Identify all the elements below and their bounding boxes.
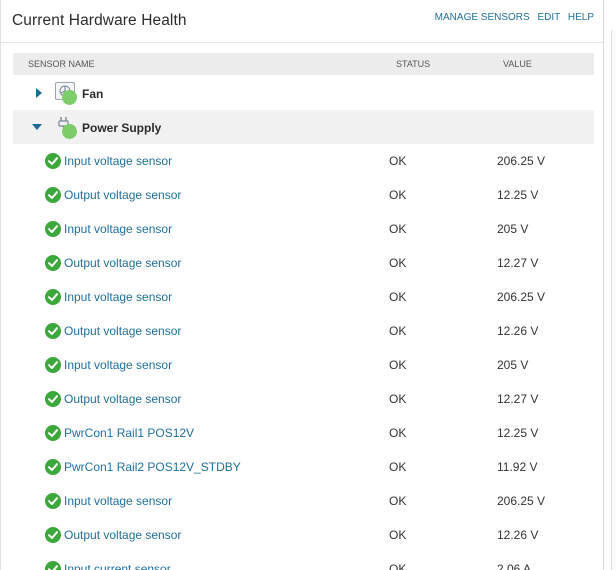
- status-ok-check-icon: [45, 323, 61, 339]
- sensor-row: Output voltage sensor OK 12.26 V: [13, 518, 594, 552]
- sensor-name-link[interactable]: Output voltage sensor: [64, 528, 181, 542]
- panel-title: Current Hardware Health: [12, 12, 187, 29]
- sensor-value: 206.25 V: [497, 290, 546, 304]
- sensor-name-link[interactable]: Input voltage sensor: [64, 494, 172, 508]
- sensor-row: Input current sensor OK 2.06 A: [13, 552, 594, 570]
- sensor-row: Input voltage sensor OK 205 V: [13, 348, 594, 382]
- sensor-value: 12.26 V: [497, 528, 539, 542]
- status-ok-check-icon: [45, 221, 61, 237]
- sensor-status: OK: [389, 324, 407, 338]
- sensor-name-link[interactable]: Output voltage sensor: [64, 256, 181, 270]
- sensor-name-link[interactable]: PwrCon1 Rail2 POS12V_STDBY: [64, 460, 241, 474]
- sensor-row: PwrCon1 Rail2 POS12V_STDBY OK 11.92 V: [13, 450, 594, 484]
- group-label-fan: Fan: [82, 87, 104, 101]
- sensor-status: OK: [389, 528, 407, 542]
- sensor-row: Output voltage sensor OK 12.26 V: [13, 314, 594, 348]
- sensor-status: OK: [389, 460, 407, 474]
- status-ok-check-icon: [45, 493, 61, 509]
- sensor-status: OK: [389, 290, 407, 304]
- status-ok-check-icon: [45, 391, 61, 407]
- sensor-value: 12.27 V: [497, 392, 539, 406]
- sensor-name-link[interactable]: Input voltage sensor: [64, 358, 172, 372]
- sensor-status: OK: [389, 392, 407, 406]
- panel-header: Current Hardware Health MANAGE SENSORS E…: [1, 0, 603, 43]
- edit-link[interactable]: EDIT: [537, 12, 560, 23]
- sensor-status: OK: [389, 426, 407, 440]
- manage-sensors-link[interactable]: MANAGE SENSORS: [435, 12, 530, 23]
- sensor-name-link[interactable]: Input voltage sensor: [64, 222, 172, 236]
- sensor-name-link[interactable]: Output voltage sensor: [64, 324, 181, 338]
- sensor-value: 12.26 V: [497, 324, 539, 338]
- table-column-header: SENSOR NAME STATUS VALUE: [13, 53, 594, 75]
- sensor-row: Input voltage sensor OK 206.25 V: [13, 484, 594, 518]
- sensor-status: OK: [389, 256, 407, 270]
- sensor-value: 205 V: [497, 222, 529, 236]
- sensor-name-link[interactable]: Input voltage sensor: [64, 290, 172, 304]
- column-sensor-name: SENSOR NAME: [28, 59, 95, 69]
- sensor-status: OK: [389, 154, 407, 168]
- status-ok-check-icon: [45, 561, 61, 570]
- sensor-value: 11.92 V: [497, 460, 538, 474]
- group-label-power-supply: Power Supply: [82, 121, 162, 135]
- sensor-row: Output voltage sensor OK 12.25 V: [13, 178, 594, 212]
- status-ok-check-icon: [45, 255, 61, 271]
- sensor-row: PwrCon1 Rail1 POS12V OK 12.25 V: [13, 416, 594, 450]
- sensor-row: Output voltage sensor OK 12.27 V: [13, 246, 594, 280]
- sensor-name-link[interactable]: Input voltage sensor: [64, 154, 172, 168]
- sensor-value: 12.25 V: [497, 426, 539, 440]
- status-ok-check-icon: [45, 153, 61, 169]
- column-value: VALUE: [503, 59, 532, 69]
- sensor-status: OK: [389, 358, 407, 372]
- sensor-name-link[interactable]: Output voltage sensor: [64, 188, 181, 202]
- sensor-value: 206.25 V: [497, 154, 546, 168]
- sensor-status: OK: [389, 562, 407, 570]
- group-row-fan[interactable]: Fan: [13, 76, 594, 110]
- sensor-value: 2.06 A: [497, 562, 532, 570]
- group-row-power-supply[interactable]: Power Supply: [13, 110, 594, 144]
- header-links: MANAGE SENSORS EDIT HELP: [430, 12, 594, 23]
- sensor-row: Input voltage sensor OK 206.25 V: [13, 144, 594, 178]
- sensor-row: Output voltage sensor OK 12.27 V: [13, 382, 594, 416]
- status-ok-check-icon: [45, 459, 61, 475]
- scrollbar-track[interactable]: [604, 0, 616, 570]
- sensor-value: 12.27 V: [497, 256, 539, 270]
- status-ok-check-icon: [45, 527, 61, 543]
- sensor-row: Input voltage sensor OK 205 V: [13, 212, 594, 246]
- sensor-value: 12.25 V: [497, 188, 539, 202]
- hardware-health-panel: Current Hardware Health MANAGE SENSORS E…: [0, 0, 604, 570]
- status-ok-check-icon: [45, 187, 61, 203]
- sensor-status: OK: [389, 222, 407, 236]
- help-link[interactable]: HELP: [568, 12, 594, 23]
- sensor-status: OK: [389, 494, 407, 508]
- status-ok-check-icon: [45, 289, 61, 305]
- sensor-name-link[interactable]: PwrCon1 Rail1 POS12V: [64, 426, 194, 440]
- status-ok-check-icon: [45, 425, 61, 441]
- column-status: STATUS: [396, 59, 431, 69]
- status-ok-check-icon: [45, 357, 61, 373]
- group-status-dot-icon: [62, 90, 77, 105]
- sensor-status: OK: [389, 188, 407, 202]
- sensor-value: 206.25 V: [497, 494, 546, 508]
- sensor-value: 205 V: [497, 358, 529, 372]
- sensor-row: Input voltage sensor OK 206.25 V: [13, 280, 594, 314]
- sensor-name-link[interactable]: Output voltage sensor: [64, 392, 181, 406]
- expand-arrow-icon[interactable]: [36, 88, 42, 98]
- scrollbar[interactable]: [611, 30, 616, 570]
- sensor-name-link[interactable]: Input current sensor: [64, 562, 171, 570]
- collapse-arrow-icon[interactable]: [32, 124, 42, 130]
- group-status-dot-icon: [62, 124, 77, 139]
